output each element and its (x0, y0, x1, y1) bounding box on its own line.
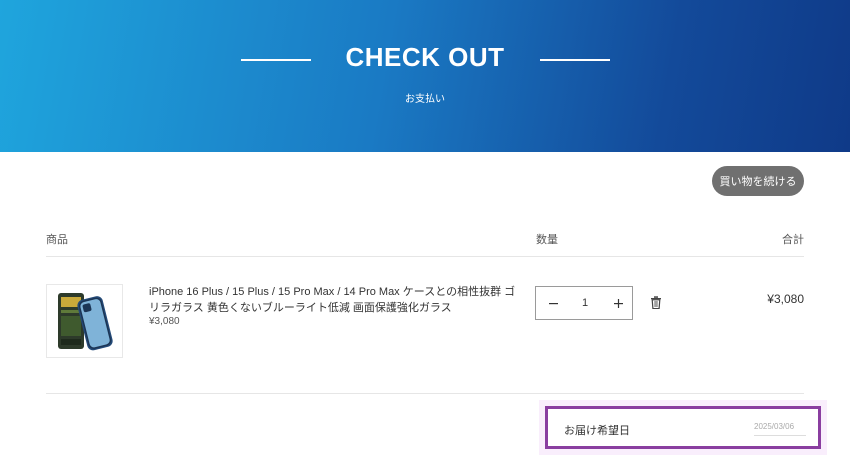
quantity-increase-button[interactable] (603, 287, 633, 319)
line-total: ¥3,080 (767, 292, 804, 306)
plus-icon (613, 298, 623, 308)
delivery-date-section: お届け希望日 2025/03/06 (545, 406, 821, 449)
product-unit-price: ¥3,080 (149, 316, 180, 327)
column-header-quantity: 数量 (536, 234, 558, 246)
header-divider (46, 256, 804, 257)
product-name[interactable]: iPhone 16 Plus / 15 Plus / 15 Pro Max / … (149, 284, 519, 316)
column-header-total: 合計 (782, 234, 804, 246)
product-image (57, 293, 113, 351)
column-header-product: 商品 (46, 234, 68, 246)
quantity-input[interactable]: 1 (568, 287, 602, 319)
continue-shopping-button[interactable]: 買い物を続ける (712, 166, 804, 196)
delivery-date-label: お届け希望日 (564, 425, 630, 437)
checkout-hero: CHECK OUT お支払い (0, 0, 850, 152)
minus-icon (548, 302, 558, 304)
cart-divider (46, 393, 804, 394)
page-subtitle: お支払い (405, 94, 445, 105)
remove-item-button[interactable] (650, 296, 662, 310)
title-rule-right (540, 59, 610, 61)
quantity-stepper: 1 (535, 286, 633, 320)
trash-icon (651, 296, 661, 310)
quantity-decrease-button[interactable] (538, 287, 568, 319)
delivery-date-input[interactable]: 2025/03/06 (754, 422, 806, 436)
page-title: CHECK OUT (345, 42, 505, 72)
product-thumbnail[interactable] (46, 284, 123, 358)
